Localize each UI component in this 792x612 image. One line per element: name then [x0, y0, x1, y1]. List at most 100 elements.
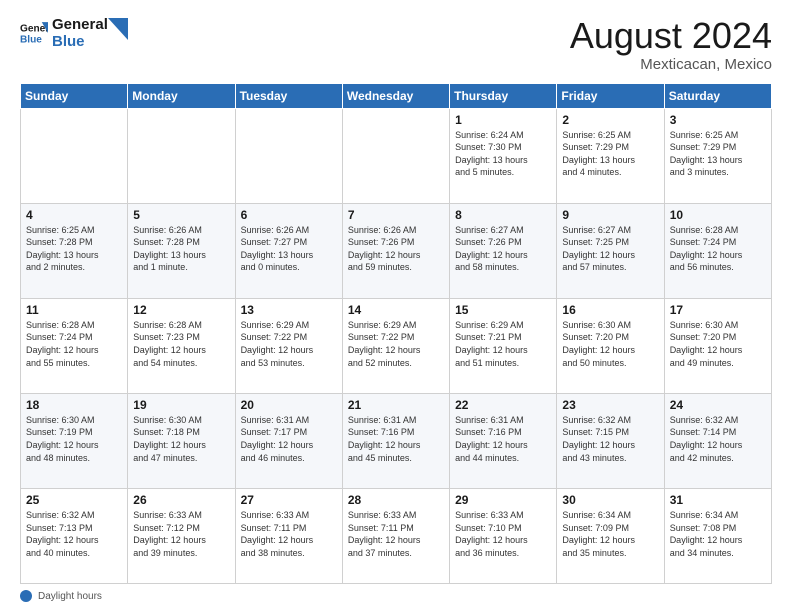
calendar-cell: 18 Sunrise: 6:30 AM Sunset: 7:19 PM Dayli…	[21, 393, 128, 488]
day-info: Sunrise: 6:31 AM Sunset: 7:16 PM Dayligh…	[348, 414, 444, 464]
day-info: Sunrise: 6:27 AM Sunset: 7:26 PM Dayligh…	[455, 224, 551, 274]
day-number: 17	[670, 303, 766, 317]
calendar-day-header: Wednesday	[342, 83, 449, 108]
day-info: Sunrise: 6:34 AM Sunset: 7:09 PM Dayligh…	[562, 509, 658, 559]
day-info: Sunrise: 6:30 AM Sunset: 7:19 PM Dayligh…	[26, 414, 122, 464]
day-info: Sunrise: 6:32 AM Sunset: 7:14 PM Dayligh…	[670, 414, 766, 464]
day-number: 22	[455, 398, 551, 412]
day-number: 5	[133, 208, 229, 222]
calendar-cell: 24 Sunrise: 6:32 AM Sunset: 7:14 PM Dayli…	[664, 393, 771, 488]
logo-triangle-icon	[108, 18, 128, 40]
day-info: Sunrise: 6:28 AM Sunset: 7:24 PM Dayligh…	[670, 224, 766, 274]
day-info: Sunrise: 6:32 AM Sunset: 7:15 PM Dayligh…	[562, 414, 658, 464]
calendar-cell: 21 Sunrise: 6:31 AM Sunset: 7:16 PM Dayli…	[342, 393, 449, 488]
footer: Daylight hours	[20, 590, 772, 602]
title-block: August 2024 Mexticacan, Mexico	[570, 16, 772, 73]
day-number: 28	[348, 493, 444, 507]
calendar-week-row: 11 Sunrise: 6:28 AM Sunset: 7:24 PM Dayli…	[21, 298, 772, 393]
day-info: Sunrise: 6:27 AM Sunset: 7:25 PM Dayligh…	[562, 224, 658, 274]
day-info: Sunrise: 6:31 AM Sunset: 7:16 PM Dayligh…	[455, 414, 551, 464]
day-info: Sunrise: 6:30 AM Sunset: 7:20 PM Dayligh…	[562, 319, 658, 369]
day-info: Sunrise: 6:25 AM Sunset: 7:28 PM Dayligh…	[26, 224, 122, 274]
calendar-cell: 23 Sunrise: 6:32 AM Sunset: 7:15 PM Dayli…	[557, 393, 664, 488]
calendar-cell: 6 Sunrise: 6:26 AM Sunset: 7:27 PM Daylig…	[235, 203, 342, 298]
day-number: 7	[348, 208, 444, 222]
day-number: 1	[455, 113, 551, 127]
day-info: Sunrise: 6:29 AM Sunset: 7:21 PM Dayligh…	[455, 319, 551, 369]
day-number: 23	[562, 398, 658, 412]
day-info: Sunrise: 6:24 AM Sunset: 7:30 PM Dayligh…	[455, 129, 551, 179]
day-info: Sunrise: 6:28 AM Sunset: 7:24 PM Dayligh…	[26, 319, 122, 369]
day-info: Sunrise: 6:34 AM Sunset: 7:08 PM Dayligh…	[670, 509, 766, 559]
calendar-cell: 2 Sunrise: 6:25 AM Sunset: 7:29 PM Daylig…	[557, 108, 664, 203]
calendar-cell: 30 Sunrise: 6:34 AM Sunset: 7:09 PM Dayli…	[557, 488, 664, 583]
month-year-title: August 2024	[570, 16, 772, 56]
day-number: 24	[670, 398, 766, 412]
calendar-day-header: Monday	[128, 83, 235, 108]
day-number: 16	[562, 303, 658, 317]
day-info: Sunrise: 6:26 AM Sunset: 7:26 PM Dayligh…	[348, 224, 444, 274]
day-number: 30	[562, 493, 658, 507]
calendar-cell	[21, 108, 128, 203]
day-info: Sunrise: 6:29 AM Sunset: 7:22 PM Dayligh…	[348, 319, 444, 369]
day-number: 27	[241, 493, 337, 507]
calendar-cell: 3Sunrise: 6:25 AM Sunset: 7:29 PM Daylig…	[664, 108, 771, 203]
day-number: 21	[348, 398, 444, 412]
calendar-day-header: Thursday	[450, 83, 557, 108]
calendar-cell: 15 Sunrise: 6:29 AM Sunset: 7:21 PM Dayli…	[450, 298, 557, 393]
daylight-icon	[20, 590, 32, 602]
location-subtitle: Mexticacan, Mexico	[570, 56, 772, 73]
calendar-table: SundayMondayTuesdayWednesdayThursdayFrid…	[20, 83, 772, 584]
day-info: Sunrise: 6:30 AM Sunset: 7:20 PM Dayligh…	[670, 319, 766, 369]
calendar-day-header: Friday	[557, 83, 664, 108]
calendar-cell: 29Sunrise: 6:33 AM Sunset: 7:10 PM Dayli…	[450, 488, 557, 583]
calendar-cell	[235, 108, 342, 203]
day-info: Sunrise: 6:26 AM Sunset: 7:28 PM Dayligh…	[133, 224, 229, 274]
calendar-week-row: 1 Sunrise: 6:24 AM Sunset: 7:30 PM Daylig…	[21, 108, 772, 203]
logo-general: General	[52, 16, 108, 33]
day-number: 26	[133, 493, 229, 507]
calendar-day-header: Saturday	[664, 83, 771, 108]
day-number: 10	[670, 208, 766, 222]
calendar-cell	[128, 108, 235, 203]
day-number: 11	[26, 303, 122, 317]
calendar-cell: 28 Sunrise: 6:33 AM Sunset: 7:11 PM Dayli…	[342, 488, 449, 583]
page: General Blue General Blue August 2024 Me…	[0, 0, 792, 612]
header: General Blue General Blue August 2024 Me…	[20, 16, 772, 73]
day-info: Sunrise: 6:33 AM Sunset: 7:11 PM Dayligh…	[348, 509, 444, 559]
calendar-week-row: 4 Sunrise: 6:25 AM Sunset: 7:28 PM Daylig…	[21, 203, 772, 298]
calendar-cell: 31 Sunrise: 6:34 AM Sunset: 7:08 PM Dayli…	[664, 488, 771, 583]
day-info: Sunrise: 6:32 AM Sunset: 7:13 PM Dayligh…	[26, 509, 122, 559]
calendar-cell	[342, 108, 449, 203]
calendar-header-row: SundayMondayTuesdayWednesdayThursdayFrid…	[21, 83, 772, 108]
calendar-cell: 25Sunrise: 6:32 AM Sunset: 7:13 PM Dayli…	[21, 488, 128, 583]
day-number: 18	[26, 398, 122, 412]
day-number: 6	[241, 208, 337, 222]
svg-text:Blue: Blue	[20, 35, 42, 46]
calendar-cell: 16 Sunrise: 6:30 AM Sunset: 7:20 PM Dayli…	[557, 298, 664, 393]
day-number: 31	[670, 493, 766, 507]
day-number: 4	[26, 208, 122, 222]
day-info: Sunrise: 6:28 AM Sunset: 7:23 PM Dayligh…	[133, 319, 229, 369]
calendar-week-row: 25Sunrise: 6:32 AM Sunset: 7:13 PM Dayli…	[21, 488, 772, 583]
calendar-cell: 10 Sunrise: 6:28 AM Sunset: 7:24 PM Dayli…	[664, 203, 771, 298]
calendar-day-header: Sunday	[21, 83, 128, 108]
day-info: Sunrise: 6:26 AM Sunset: 7:27 PM Dayligh…	[241, 224, 337, 274]
calendar-cell: 17 Sunrise: 6:30 AM Sunset: 7:20 PM Dayli…	[664, 298, 771, 393]
day-number: 8	[455, 208, 551, 222]
day-number: 20	[241, 398, 337, 412]
footer-label: Daylight hours	[38, 591, 102, 602]
day-number: 14	[348, 303, 444, 317]
day-info: Sunrise: 6:25 AM Sunset: 7:29 PM Dayligh…	[562, 129, 658, 179]
day-info: Sunrise: 6:31 AM Sunset: 7:17 PM Dayligh…	[241, 414, 337, 464]
day-info: Sunrise: 6:33 AM Sunset: 7:12 PM Dayligh…	[133, 509, 229, 559]
calendar-cell: 5 Sunrise: 6:26 AM Sunset: 7:28 PM Daylig…	[128, 203, 235, 298]
day-number: 19	[133, 398, 229, 412]
day-info: Sunrise: 6:30 AM Sunset: 7:18 PM Dayligh…	[133, 414, 229, 464]
calendar-cell: 13Sunrise: 6:29 AM Sunset: 7:22 PM Dayli…	[235, 298, 342, 393]
day-number: 15	[455, 303, 551, 317]
calendar-cell: 9Sunrise: 6:27 AM Sunset: 7:25 PM Daylig…	[557, 203, 664, 298]
day-info: Sunrise: 6:25 AM Sunset: 7:29 PM Dayligh…	[670, 129, 766, 179]
day-number: 2	[562, 113, 658, 127]
day-info: Sunrise: 6:29 AM Sunset: 7:22 PM Dayligh…	[241, 319, 337, 369]
